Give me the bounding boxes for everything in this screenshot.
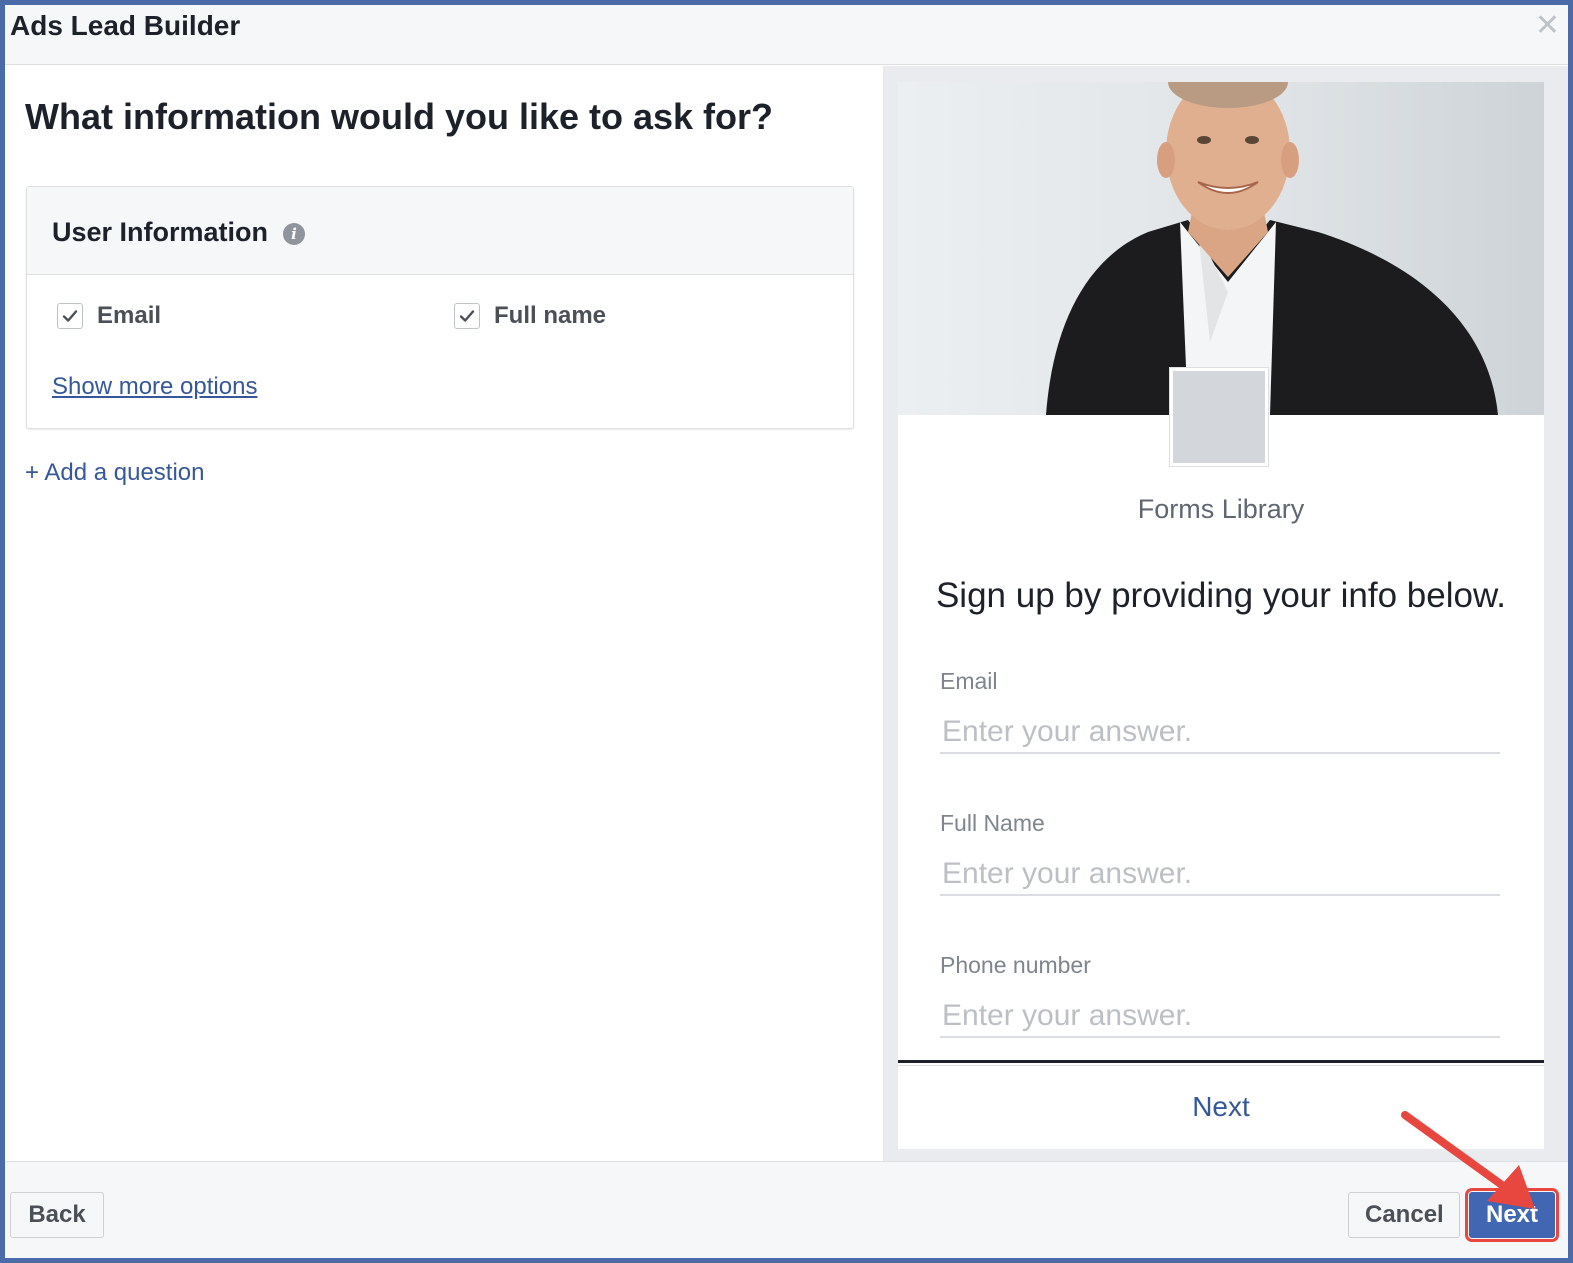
cover-photo <box>898 82 1544 415</box>
dialog-footer: Back Cancel Next <box>5 1161 1568 1258</box>
phone-number-field[interactable] <box>940 996 1500 1038</box>
settings-panel: What information would you like to ask f… <box>5 66 883 1161</box>
email-option-label: Email <box>97 302 162 329</box>
person-photo <box>1046 82 1498 415</box>
card-header: User Information i <box>27 187 853 275</box>
full-name-field[interactable] <box>940 854 1500 896</box>
preview-headline: Sign up by providing your info below. <box>935 576 1507 615</box>
card-title: User Information <box>52 217 269 247</box>
info-icon[interactable]: i <box>283 223 305 245</box>
dialog-titlebar: Ads Lead Builder ✕ <box>5 5 1568 65</box>
add-question-link[interactable]: + Add a question <box>25 459 204 487</box>
preview-next-button[interactable]: Next <box>898 1065 1544 1149</box>
full-name-field-label: Full Name <box>940 810 1045 836</box>
email-checkbox[interactable] <box>57 303 83 329</box>
dialog-title: Ads Lead Builder <box>10 10 241 41</box>
full-name-checkbox[interactable] <box>454 303 480 329</box>
cancel-button[interactable]: Cancel <box>1348 1192 1460 1238</box>
show-more-options-link[interactable]: Show more options <box>52 373 257 401</box>
preview-page-name: Forms Library <box>1137 494 1305 524</box>
close-icon[interactable]: ✕ <box>1535 11 1560 41</box>
full-name-option-label: Full name <box>494 302 607 329</box>
email-field-label: Email <box>940 668 998 694</box>
next-button[interactable]: Next <box>1465 1188 1559 1242</box>
email-field[interactable] <box>940 712 1500 754</box>
user-information-card: User Information i Email Full name Show … <box>26 186 854 429</box>
phone-number-field-label: Phone number <box>940 952 1091 978</box>
option-full-name[interactable]: Full name <box>454 301 606 331</box>
preview-panel: Forms Library Sign up by providing your … <box>883 66 1568 1161</box>
back-button[interactable]: Back <box>10 1192 104 1238</box>
form-preview: Forms Library Sign up by providing your … <box>898 82 1544 1149</box>
preview-divider <box>898 1060 1544 1063</box>
page-avatar <box>1170 368 1268 466</box>
option-email[interactable]: Email <box>57 301 161 331</box>
checkmark-icon <box>62 310 78 322</box>
lead-builder-dialog: Ads Lead Builder ✕ What information woul… <box>0 0 1573 1263</box>
checkmark-icon <box>459 310 475 322</box>
page-heading: What information would you like to ask f… <box>25 96 774 137</box>
